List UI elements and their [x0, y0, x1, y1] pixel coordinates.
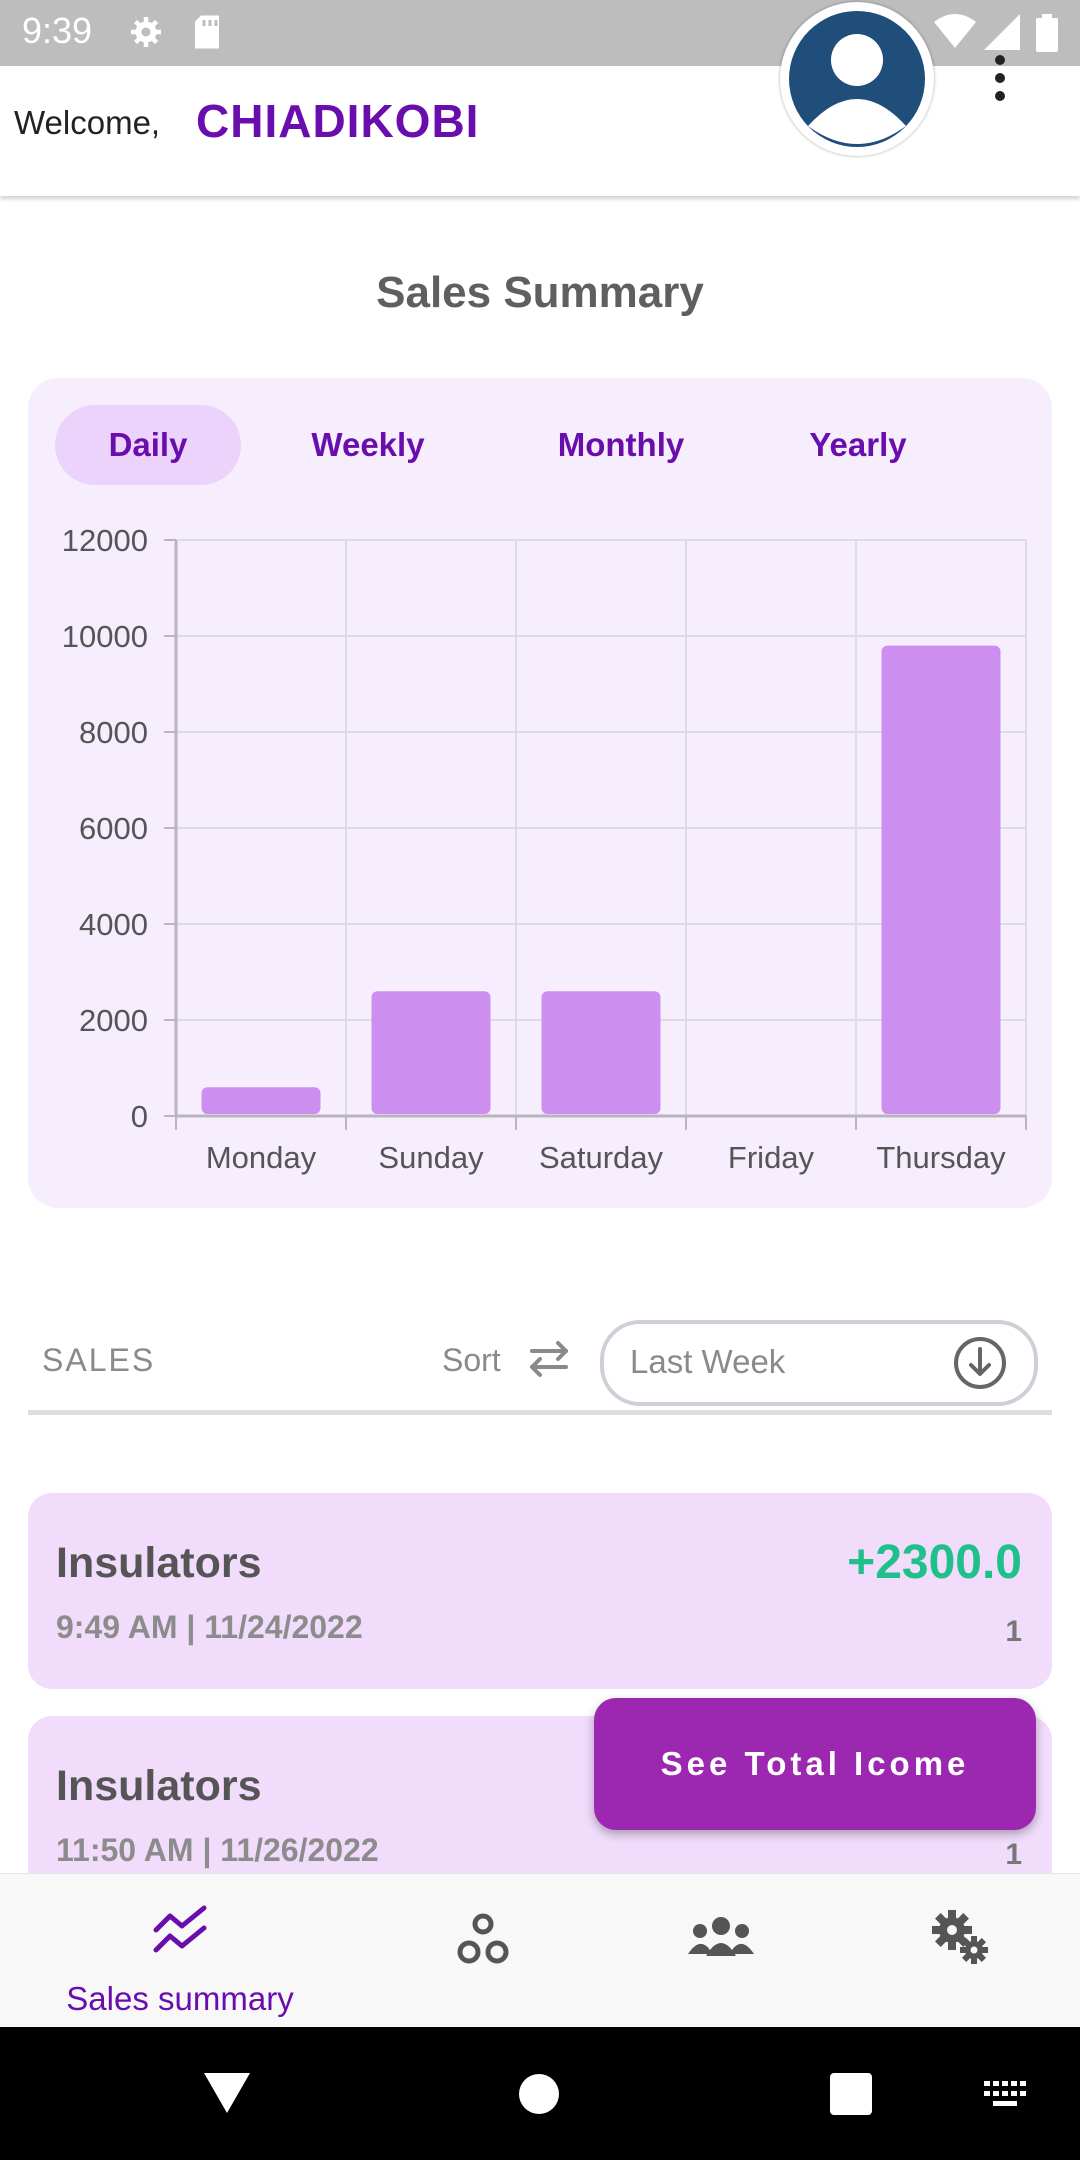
x-category-label: Sunday [378, 1140, 484, 1175]
sale-list-item[interactable]: Insulators 9:49 AM | 11/24/2022 +2300.0 … [28, 1493, 1052, 1689]
bar-sunday [371, 991, 491, 1114]
x-category-label: Thursday [876, 1140, 1006, 1175]
y-tick-label: 8000 [79, 715, 148, 750]
bar-saturday [541, 991, 661, 1114]
settings-status-icon [131, 17, 161, 47]
signal-status-icon [984, 14, 1020, 50]
bottom-navigation: Sales summary [0, 1873, 1080, 2028]
see-total-income-button[interactable]: See Total Icome [594, 1698, 1036, 1830]
welcome-text: Welcome, [14, 104, 161, 141]
x-category-label: Saturday [539, 1140, 664, 1175]
customers-icon [688, 1917, 754, 1956]
period-selected-value: Last Week [630, 1343, 786, 1380]
avatar[interactable] [780, 2, 934, 156]
y-tick-label: 0 [131, 1099, 148, 1134]
y-tick-label: 4000 [79, 907, 148, 942]
sale-product-name: Insulators [56, 1539, 262, 1587]
sd-card-status-icon [195, 15, 219, 49]
nav-item-products[interactable] [420, 1874, 540, 2028]
page-title: Sales Summary [376, 268, 704, 317]
sale-quantity: 1 [1005, 1838, 1022, 1871]
nav-item-sales-summary[interactable]: Sales summary [0, 1874, 360, 2028]
username: CHIADIKOBI [196, 95, 480, 147]
sales-bar-chart: 0 2000 4000 6000 8000 10000 12000 Monday Sunday S… [62, 523, 1027, 1175]
sale-quantity: 1 [1005, 1615, 1022, 1648]
settings-icon [932, 1910, 988, 1964]
sale-datetime: 9:49 AM | 11/24/2022 [56, 1609, 363, 1645]
dropdown-arrow-icon [954, 1337, 1006, 1389]
trend-icon [153, 1905, 207, 1953]
nav-label-sales-summary: Sales summary [66, 1980, 294, 2017]
sale-datetime: 11:50 AM | 11/26/2022 [56, 1832, 379, 1868]
y-tick-label: 6000 [79, 811, 148, 846]
period-dropdown[interactable]: Last Week [600, 1320, 1038, 1406]
back-icon[interactable] [204, 2073, 250, 2113]
recents-icon[interactable] [830, 2073, 872, 2115]
y-tick-label: 10000 [62, 619, 148, 654]
wifi-status-icon [934, 14, 976, 48]
x-category-label: Friday [728, 1140, 815, 1175]
x-category-label: Monday [206, 1140, 317, 1175]
app-bar: Welcome, CHIADIKOBI [0, 2, 1080, 196]
sale-amount: +2300.0 [847, 1536, 1022, 1589]
divider [28, 1410, 1052, 1415]
battery-status-icon [1036, 14, 1058, 52]
nav-item-settings[interactable] [900, 1874, 1020, 2028]
y-tick-label: 2000 [79, 1003, 148, 1038]
nav-item-customers[interactable] [660, 1874, 780, 2028]
sort-icon[interactable] [528, 1340, 570, 1378]
avatar-person-icon [789, 11, 925, 147]
status-time: 9:39 [22, 10, 93, 51]
sales-section-label: SALES [42, 1342, 156, 1378]
sale-product-name: Insulators [56, 1762, 262, 1810]
more-options-icon[interactable] [985, 50, 1015, 110]
sort-button-label[interactable]: Sort [442, 1342, 501, 1379]
products-icon [457, 1913, 509, 1964]
y-tick-label: 12000 [62, 523, 148, 558]
chart-card: Daily Weekly Monthly Yearly 0 2000 4000 600… [28, 378, 1052, 1208]
keyboard-icon[interactable] [984, 2081, 1028, 2109]
home-icon[interactable] [518, 2073, 560, 2115]
bar-thursday [881, 645, 1001, 1114]
bar-monday [201, 1087, 321, 1114]
system-navigation-bar [0, 2027, 1080, 2160]
